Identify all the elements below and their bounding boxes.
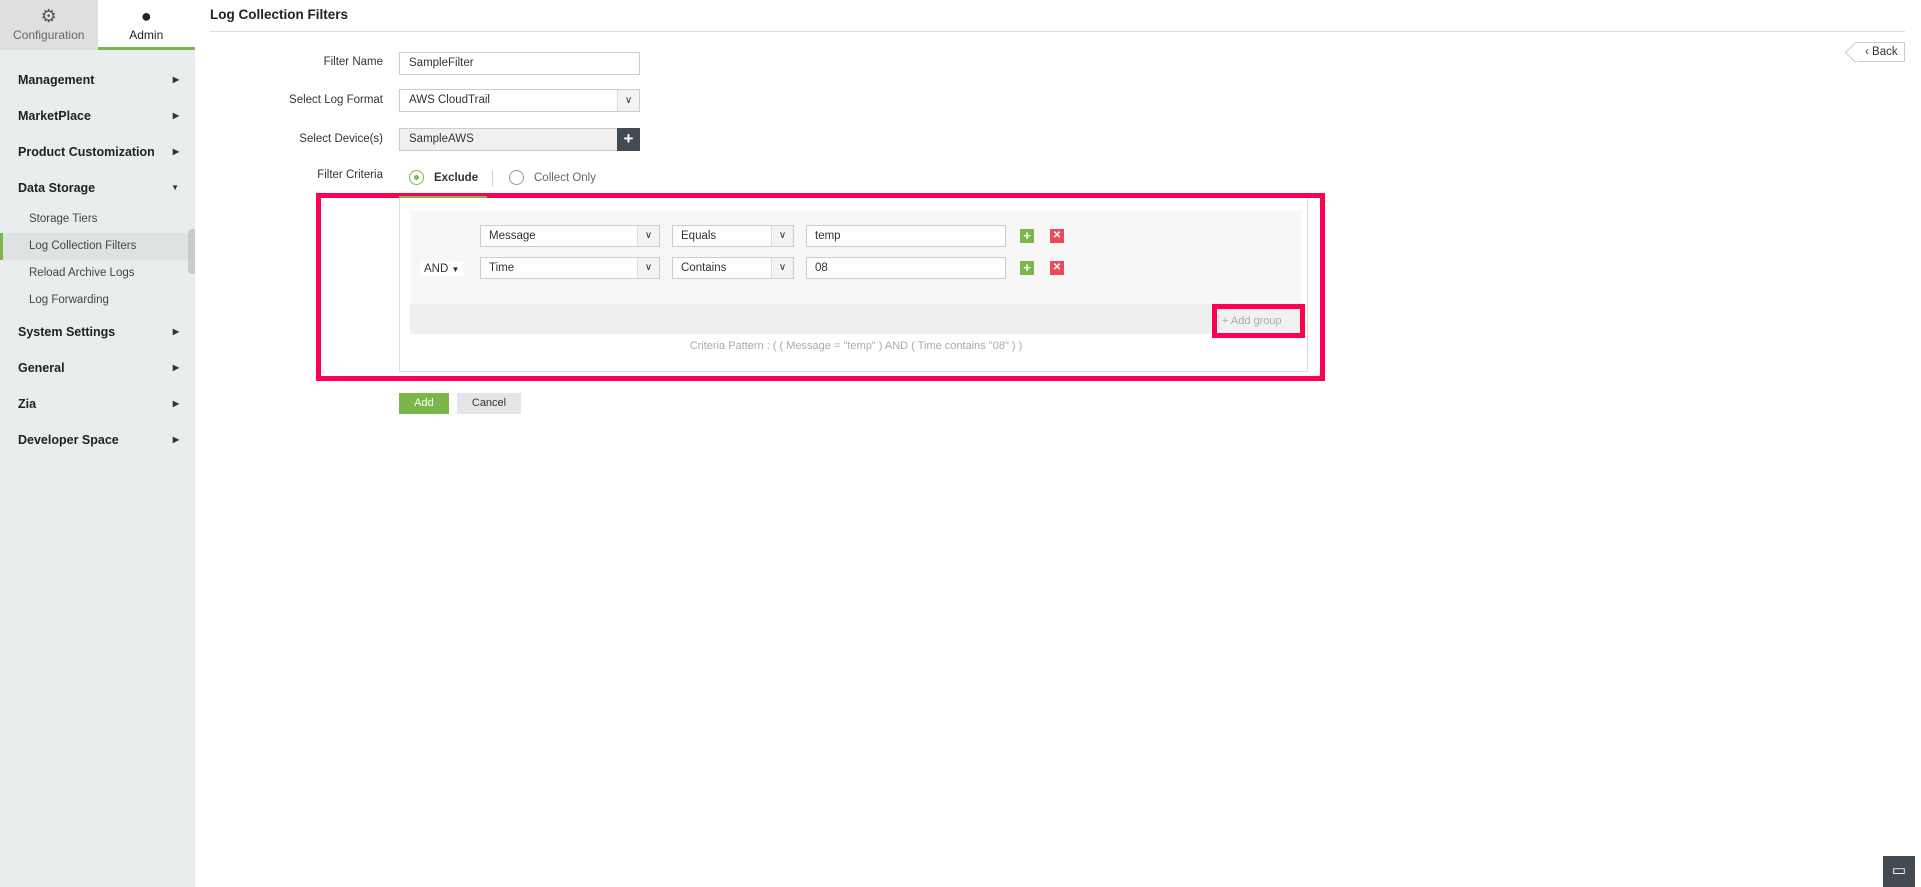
page-title: Log Collection Filters bbox=[210, 7, 349, 22]
sidebar-item-marketplace[interactable]: MarketPlace ▶ bbox=[0, 98, 195, 134]
caret-right-icon: ▶ bbox=[172, 435, 179, 444]
field-value: Message bbox=[489, 230, 536, 242]
log-format-select[interactable]: AWS CloudTrail ∨ bbox=[399, 89, 640, 112]
group-footer bbox=[410, 304, 1302, 334]
menu-label: Data Storage bbox=[18, 181, 96, 195]
caret-right-icon: ▶ bbox=[172, 399, 179, 408]
sidebar-item-management[interactable]: Management ▶ bbox=[0, 62, 195, 98]
add-group-button[interactable]: + Add group bbox=[1212, 304, 1305, 338]
menu-label: Developer Space bbox=[18, 433, 119, 447]
log-format-label: Select Log Format bbox=[289, 94, 383, 106]
caret-right-icon: ▶ bbox=[172, 75, 179, 84]
divider bbox=[210, 31, 1905, 32]
sidebar-collapse-handle[interactable] bbox=[188, 229, 195, 274]
caret-right-icon: ▶ bbox=[172, 147, 179, 156]
menu-label: Management bbox=[18, 73, 95, 87]
sidebar-subitem-storage-tiers[interactable]: Storage Tiers bbox=[0, 206, 195, 233]
menu-label: MarketPlace bbox=[18, 109, 91, 123]
add-condition-button[interactable]: + bbox=[1020, 261, 1034, 275]
radio-label: Exclude bbox=[434, 171, 479, 184]
sidebar-item-product-customization[interactable]: Product Customization ▶ bbox=[0, 134, 195, 170]
gear-icon: ⚙ bbox=[40, 6, 57, 26]
filter-criteria-label: Filter Criteria bbox=[317, 169, 383, 181]
chevron-down-icon: ∨ bbox=[637, 258, 659, 278]
devices-label: Select Device(s) bbox=[299, 133, 383, 145]
condition-field-select[interactable]: Message ∨ bbox=[480, 225, 660, 247]
radio-label: Collect Only bbox=[534, 171, 596, 184]
menu-label: Product Customization bbox=[18, 145, 155, 159]
caret-right-icon: ▶ bbox=[172, 363, 179, 372]
tab-label: Admin bbox=[129, 28, 164, 42]
sidebar-item-developer-space[interactable]: Developer Space ▶ bbox=[0, 422, 195, 458]
radio-unchecked-icon bbox=[509, 170, 524, 185]
back-button[interactable]: ‹ Back bbox=[1855, 42, 1905, 62]
condition-value-input[interactable]: 08 bbox=[806, 257, 1006, 279]
filter-name-label: Filter Name bbox=[323, 56, 383, 68]
condition-field-select[interactable]: Time ∨ bbox=[480, 257, 660, 279]
sidebar-subitem-log-collection-filters[interactable]: Log Collection Filters bbox=[0, 233, 195, 260]
add-button[interactable]: Add bbox=[399, 393, 449, 414]
chevron-down-icon: ∨ bbox=[771, 258, 793, 278]
condition-value-input[interactable]: temp bbox=[806, 225, 1006, 247]
sidebar: ⚙ Configuration ● Admin Management ▶ Market… bbox=[0, 0, 195, 887]
caret-down-icon: ▼ bbox=[451, 265, 460, 274]
log-format-value: AWS CloudTrail bbox=[409, 94, 490, 106]
menu-label: System Settings bbox=[18, 325, 116, 339]
user-icon: ● bbox=[140, 6, 152, 26]
sidebar-item-data-storage[interactable]: Data Storage ▼ bbox=[0, 170, 195, 206]
radio-exclude[interactable]: Exclude bbox=[409, 170, 478, 185]
criteria-pattern: Criteria Pattern : ( ( Message = "temp" … bbox=[689, 340, 1023, 352]
plus-icon: + bbox=[1222, 315, 1231, 327]
divider bbox=[492, 171, 493, 186]
chevron-left-icon: ‹ bbox=[1865, 46, 1873, 58]
joiner-value: AND bbox=[424, 263, 449, 275]
sidebar-subitem-reload-archive-logs[interactable]: Reload Archive Logs bbox=[0, 260, 195, 287]
tab-label: Configuration bbox=[13, 28, 85, 42]
chevron-down-icon: ∨ bbox=[617, 90, 639, 111]
menu-label: Zia bbox=[18, 397, 37, 411]
sidebar-item-zia[interactable]: Zia ▶ bbox=[0, 386, 195, 422]
add-group-label: Add group bbox=[1230, 315, 1282, 327]
tab-configuration[interactable]: ⚙ Configuration bbox=[0, 0, 98, 50]
condition-operator-select[interactable]: Contains ∨ bbox=[672, 257, 794, 279]
condition-operator-select[interactable]: Equals ∨ bbox=[672, 225, 794, 247]
chevron-down-icon: ∨ bbox=[637, 226, 659, 246]
radio-checked-icon bbox=[409, 170, 424, 185]
field-value: Time bbox=[489, 262, 515, 274]
tab-admin[interactable]: ● Admin bbox=[97, 0, 195, 50]
add-device-button[interactable]: + bbox=[617, 128, 640, 151]
operator-value: Contains bbox=[681, 262, 727, 274]
remove-condition-button[interactable]: ✕ bbox=[1050, 261, 1064, 275]
caret-right-icon: ▶ bbox=[172, 111, 179, 120]
sidebar-item-system-settings[interactable]: System Settings ▶ bbox=[0, 314, 195, 350]
devices-input[interactable]: SampleAWS + bbox=[399, 128, 640, 151]
operator-value: Equals bbox=[681, 230, 717, 242]
remove-condition-button[interactable]: ✕ bbox=[1050, 229, 1064, 243]
devices-value: SampleAWS bbox=[409, 133, 474, 145]
filter-name-input[interactable]: SampleFilter bbox=[399, 52, 640, 75]
sidebar-subitem-log-forwarding[interactable]: Log Forwarding bbox=[0, 287, 195, 314]
caret-down-icon: ▼ bbox=[171, 183, 179, 192]
back-label: Back bbox=[1872, 46, 1898, 58]
menu-label: General bbox=[18, 361, 65, 375]
sidebar-item-general[interactable]: General ▶ bbox=[0, 350, 195, 386]
add-condition-button[interactable]: + bbox=[1020, 229, 1034, 243]
chevron-down-icon: ∨ bbox=[771, 226, 793, 246]
caret-right-icon: ▶ bbox=[172, 327, 179, 336]
cancel-button[interactable]: Cancel bbox=[457, 393, 521, 414]
radio-collect-only[interactable]: Collect Only bbox=[509, 170, 596, 185]
chat-icon[interactable]: ▭ bbox=[1883, 856, 1915, 887]
joiner-select[interactable]: AND ▼ bbox=[420, 262, 464, 276]
